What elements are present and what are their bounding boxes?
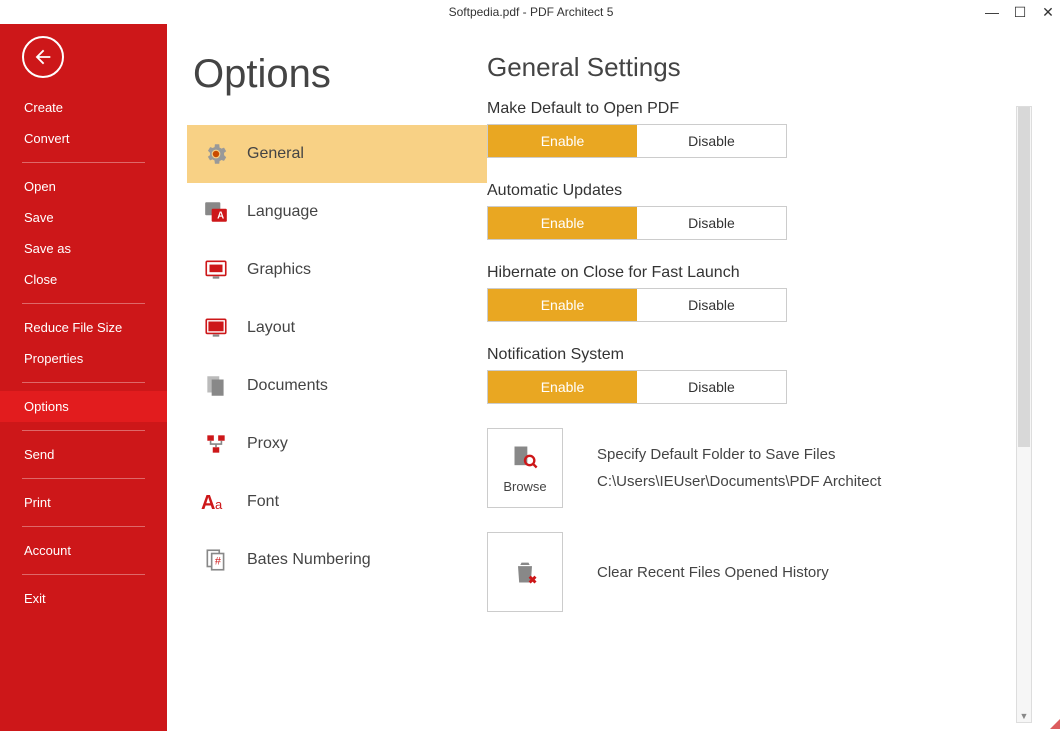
sidebar-item-send[interactable]: Send xyxy=(0,439,167,470)
disable-button[interactable]: Disable xyxy=(637,207,786,239)
title-bar: Softpedia.pdf - PDF Architect 5 — ☐ ✕ xyxy=(0,0,1062,24)
sidebar-item-print[interactable]: Print xyxy=(0,487,167,518)
sidebar-item-save[interactable]: Save xyxy=(0,202,167,233)
default-folder-row: Browse Specify Default Folder to Save Fi… xyxy=(487,428,1016,508)
close-button[interactable]: ✕ xyxy=(1040,4,1056,20)
sidebar-item-convert[interactable]: Convert xyxy=(0,123,167,154)
sidebar-item-reduce-file-size[interactable]: Reduce File Size xyxy=(0,312,167,343)
category-general[interactable]: General xyxy=(187,125,487,183)
setting-auto-updates: Automatic Updates Enable Disable xyxy=(487,182,1016,240)
arrow-left-icon xyxy=(32,46,54,68)
category-label: Layout xyxy=(247,319,295,337)
disable-button[interactable]: Disable xyxy=(637,289,786,321)
category-graphics[interactable]: Graphics xyxy=(187,241,487,299)
enable-button[interactable]: Enable xyxy=(488,207,637,239)
divider xyxy=(22,162,145,163)
setting-make-default: Make Default to Open PDF Enable Disable xyxy=(487,100,1016,158)
settings-scroll: Make Default to Open PDF Enable Disable … xyxy=(487,100,1016,731)
svg-text:#: # xyxy=(215,555,221,567)
minimize-button[interactable]: — xyxy=(984,4,1000,20)
divider xyxy=(22,574,145,575)
proxy-icon xyxy=(201,431,231,457)
disable-button[interactable]: Disable xyxy=(637,125,786,157)
maximize-button[interactable]: ☐ xyxy=(1012,4,1028,20)
sidebar-item-options[interactable]: Options xyxy=(0,391,167,422)
setting-notification: Notification System Enable Disable xyxy=(487,346,1016,404)
category-language[interactable]: A Language xyxy=(187,183,487,241)
sidebar-item-properties[interactable]: Properties xyxy=(0,343,167,374)
category-documents[interactable]: Documents xyxy=(187,357,487,415)
setting-label: Make Default to Open PDF xyxy=(487,100,1016,118)
sidebar-item-exit[interactable]: Exit xyxy=(0,583,167,614)
window-controls: — ☐ ✕ xyxy=(984,4,1056,20)
category-proxy[interactable]: Proxy xyxy=(187,415,487,473)
folder-search-icon xyxy=(511,443,539,471)
category-label: Language xyxy=(247,203,318,221)
browse-button[interactable]: Browse xyxy=(487,428,563,508)
scroll-down-icon[interactable]: ▼ xyxy=(1017,709,1031,723)
svg-text:A: A xyxy=(217,211,224,222)
divider xyxy=(22,526,145,527)
font-icon: Aa xyxy=(201,489,231,515)
setting-label: Notification System xyxy=(487,346,1016,364)
page-title: Options xyxy=(193,52,487,97)
category-label: Font xyxy=(247,493,279,511)
settings-title: General Settings xyxy=(487,52,1016,83)
scroll-thumb[interactable] xyxy=(1018,107,1030,447)
sidebar-item-save-as[interactable]: Save as xyxy=(0,233,167,264)
gear-icon xyxy=(201,141,231,167)
layout-icon xyxy=(201,315,231,341)
browse-label: Browse xyxy=(503,479,546,494)
svg-text:A: A xyxy=(201,492,215,514)
category-label: Documents xyxy=(247,377,328,395)
category-label: General xyxy=(247,145,304,163)
divider xyxy=(22,303,145,304)
bates-icon: # xyxy=(201,547,231,573)
sidebar-item-create[interactable]: Create xyxy=(0,92,167,123)
enable-button[interactable]: Enable xyxy=(488,371,637,403)
enable-button[interactable]: Enable xyxy=(488,125,637,157)
language-icon: A xyxy=(201,199,231,225)
clear-button[interactable] xyxy=(487,532,563,612)
enable-button[interactable]: Enable xyxy=(488,289,637,321)
category-bates-numbering[interactable]: # Bates Numbering xyxy=(187,531,487,589)
category-list: General A Language Graphics xyxy=(187,125,487,589)
documents-icon xyxy=(201,373,231,399)
category-label: Proxy xyxy=(247,435,288,453)
category-label: Bates Numbering xyxy=(247,551,371,569)
scrollbar[interactable]: ▲ ▼ xyxy=(1016,106,1032,723)
divider xyxy=(22,382,145,383)
trash-icon xyxy=(511,558,539,586)
divider xyxy=(22,478,145,479)
category-font[interactable]: Aa Font xyxy=(187,473,487,531)
svg-text:a: a xyxy=(215,497,223,512)
sidebar-item-account[interactable]: Account xyxy=(0,535,167,566)
sidebar: Create Convert Open Save Save as Close R… xyxy=(0,24,167,731)
sidebar-item-close[interactable]: Close xyxy=(0,264,167,295)
setting-hibernate: Hibernate on Close for Fast Launch Enabl… xyxy=(487,264,1016,322)
setting-label: Hibernate on Close for Fast Launch xyxy=(487,264,1016,282)
clear-history-row: Clear Recent Files Opened History xyxy=(487,532,1016,612)
sidebar-item-open[interactable]: Open xyxy=(0,171,167,202)
category-layout[interactable]: Layout xyxy=(187,299,487,357)
divider xyxy=(22,430,145,431)
clear-history-caption: Clear Recent Files Opened History xyxy=(597,564,829,581)
title-text: Softpedia.pdf - PDF Architect 5 xyxy=(449,5,614,19)
back-button[interactable] xyxy=(22,36,64,78)
resize-grip[interactable] xyxy=(1048,717,1060,729)
default-folder-caption: Specify Default Folder to Save Files xyxy=(597,446,881,463)
disable-button[interactable]: Disable xyxy=(637,371,786,403)
default-folder-path: C:\Users\IEUser\Documents\PDF Architect xyxy=(597,473,881,490)
category-label: Graphics xyxy=(247,261,311,279)
setting-label: Automatic Updates xyxy=(487,182,1016,200)
graphics-icon xyxy=(201,257,231,283)
